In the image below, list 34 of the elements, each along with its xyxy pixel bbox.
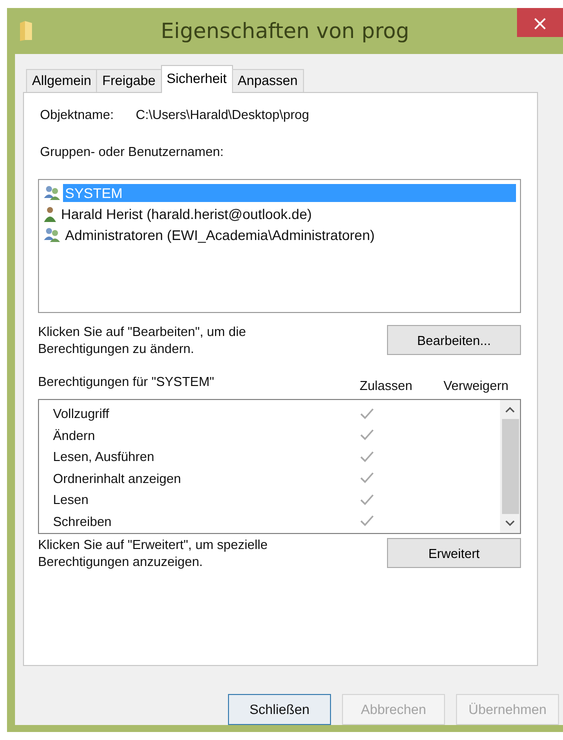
group-list-item[interactable]: Harald Herist (harald.herist@outlook.de) — [59, 204, 314, 222]
folder-icon — [19, 20, 33, 42]
permission-name: Ändern — [53, 428, 96, 443]
tab[interactable]: Freigabe — [96, 69, 162, 92]
column-header: Zulassen — [358, 378, 414, 393]
edit-hint: Klicken Sie auf "Bearbeiten", um die Berechtigungen zu ändern. — [38, 323, 247, 357]
users-icon — [43, 226, 61, 242]
group-list-item[interactable]: Administratoren (EWI_Academia\Administratoren) — [63, 226, 377, 244]
tab[interactable]: Sicherheit — [160, 65, 233, 93]
permissions-label: Berechtigungen für "SYSTEM" — [38, 374, 216, 389]
permission-name: Schreiben — [53, 514, 113, 529]
object-label: Objektname: — [40, 107, 114, 122]
scroll-up-icon[interactable] — [505, 407, 515, 413]
tab[interactable]: Allgemein — [26, 69, 98, 92]
groups-label: Gruppen- oder Benutzernamen: — [40, 144, 225, 159]
dialog-button[interactable]: Schließen — [228, 694, 331, 725]
edit-button[interactable]: Bearbeiten... — [387, 325, 521, 355]
column-header: Verweigern — [442, 378, 510, 393]
scroll-down-icon[interactable] — [505, 520, 515, 526]
permission-name: Vollzugriff — [53, 406, 110, 422]
permission-name: Lesen, Ausführen — [53, 449, 156, 464]
scrollbar[interactable] — [500, 400, 520, 533]
permission-name: Lesen — [53, 492, 90, 508]
scroll-thumb[interactable] — [502, 419, 518, 514]
object-path: C:\Users\Harald\Desktop\prog — [136, 107, 310, 122]
users-icon — [43, 184, 61, 200]
permission-name: Ordnerinhalt anzeigen — [53, 470, 182, 486]
advanced-button[interactable]: Erweitert — [387, 538, 521, 568]
window-title: Eigenschaften von prog — [160, 19, 410, 43]
close-button[interactable]: × — [517, 8, 563, 37]
tab[interactable]: Anpassen — [232, 69, 304, 92]
advanced-hint: Klicken Sie auf "Erweitert", um spezielle Berechtigungen anzuzeigen. — [38, 536, 269, 570]
group-list[interactable]: SYSTEM Harald Herist (harald.herist@outlook.de) Administratoren (EWI_Academia\Administratoren) — [38, 179, 521, 313]
user-icon — [43, 206, 57, 222]
